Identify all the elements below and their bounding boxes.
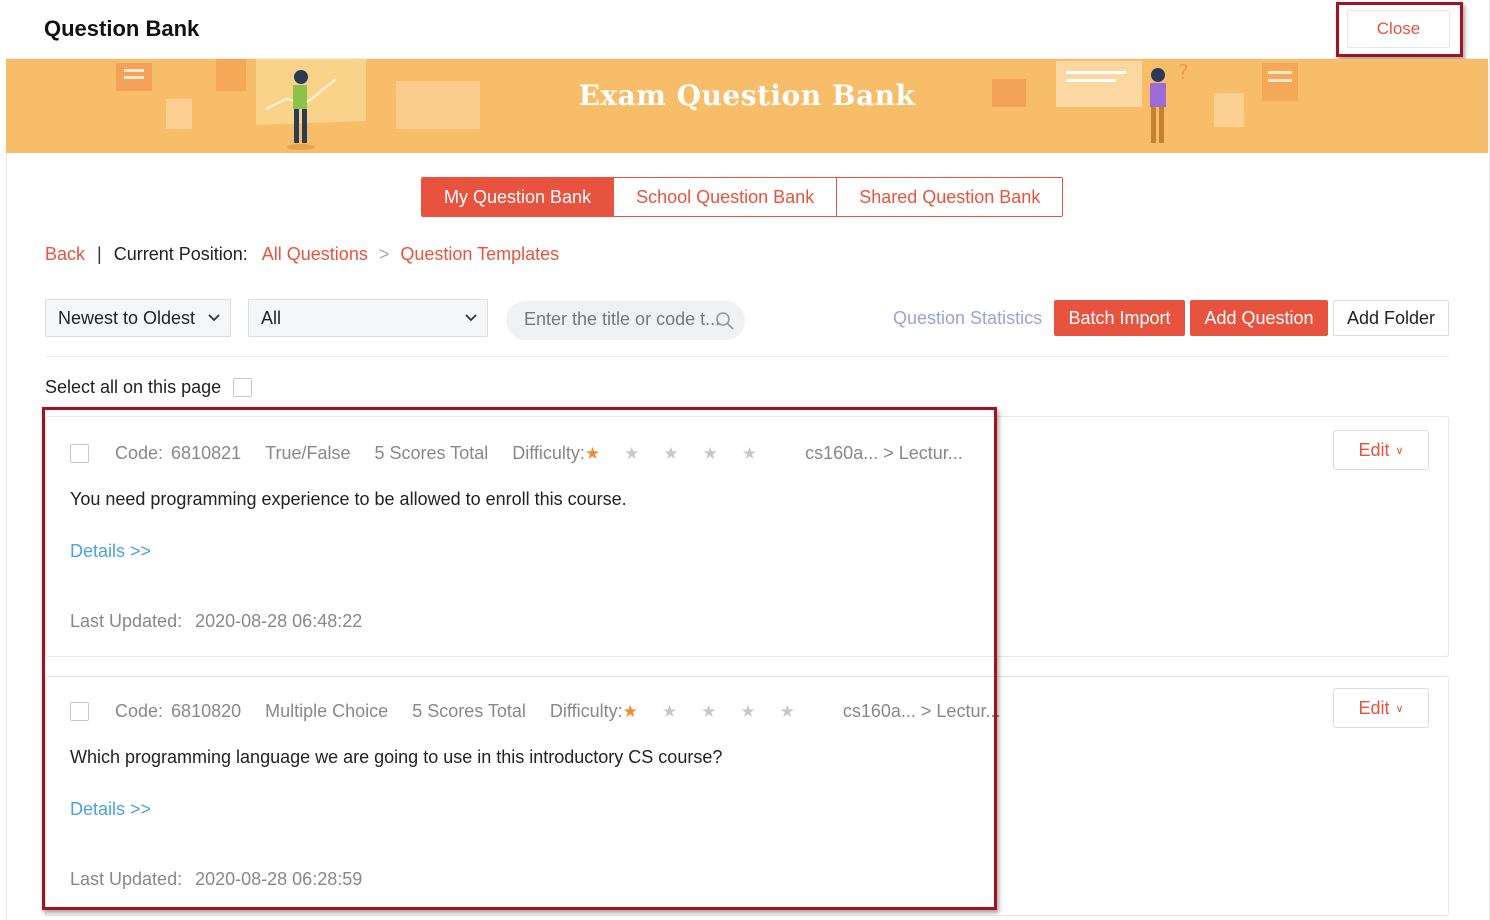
question-statistics-link[interactable]: Question Statistics: [893, 308, 1042, 329]
edit-dropdown-button[interactable]: Edit ∨: [1333, 688, 1429, 728]
last-updated-label: Last Updated:: [70, 869, 183, 889]
batch-import-button[interactable]: Batch Import: [1054, 300, 1185, 336]
tab-my-question-bank[interactable]: My Question Bank: [422, 178, 615, 216]
chevron-down-icon: ∨: [1395, 703, 1404, 716]
star-icon: ★: [624, 444, 640, 463]
add-question-button[interactable]: Add Question: [1190, 300, 1328, 336]
current-position-label: Current Position:: [113, 244, 248, 264]
last-updated: Last Updated: 2020-08-28 06:48:22: [70, 611, 362, 632]
banner: Exam Question Bank ?: [6, 59, 1488, 153]
toolbar-divider: [45, 356, 1449, 357]
question-folder-path: cs160a... > Lectur...: [805, 443, 963, 463]
svg-text:?: ?: [1178, 60, 1189, 84]
star-icon: ★: [702, 444, 718, 463]
difficulty-label: Difficulty:: [549, 701, 623, 721]
search-icon[interactable]: [715, 311, 735, 336]
star-icon: ★: [779, 702, 795, 721]
edit-label: Edit: [1358, 698, 1390, 718]
chevron-down-icon: [465, 300, 477, 349]
chevron-down-icon: [208, 300, 220, 349]
question-meta: Code: 6810821 True/False 5 Scores Total …: [115, 443, 987, 464]
star-icon: ★: [741, 444, 758, 463]
breadcrumb-question-templates[interactable]: Question Templates: [400, 244, 559, 265]
banner-illustration-right: ?: [992, 60, 1298, 143]
header-bar: Question Bank: [6, 0, 1488, 59]
breadcrumb-arrow: >: [378, 244, 390, 264]
star-icon: ★: [661, 702, 678, 721]
breadcrumb: Back | Current Position: All Questions >…: [45, 244, 559, 265]
search-box: [506, 301, 745, 340]
details-link[interactable]: Details >>: [70, 541, 151, 562]
star-icon: ★: [584, 444, 601, 463]
bank-tabs: My Question Bank School Question Bank Sh…: [421, 177, 1064, 217]
sort-select[interactable]: Newest to Oldest: [45, 299, 231, 337]
close-button[interactable]: Close: [1347, 10, 1450, 48]
edit-label: Edit: [1358, 440, 1390, 460]
difficulty-label: Difficulty:: [512, 443, 585, 463]
question-code: 6810820: [171, 701, 242, 721]
code-label: Code:: [115, 701, 164, 721]
question-scores: 5 Scores Total: [374, 443, 489, 463]
add-folder-button[interactable]: Add Folder: [1333, 300, 1449, 336]
card-separator: [48, 656, 993, 657]
difficulty-rating: ★ ★ ★ ★ ★: [585, 445, 781, 462]
question-type: True/False: [265, 443, 351, 463]
question-text: You need programming experience to be al…: [70, 489, 627, 509]
star-icon: ★: [740, 702, 756, 721]
question-scores: 5 Scores Total: [412, 701, 526, 721]
question-checkbox[interactable]: [70, 444, 89, 463]
code-label: Code:: [115, 443, 164, 463]
question-type: Multiple Choice: [265, 701, 389, 721]
select-all-label: Select all on this page: [45, 377, 222, 397]
select-all-checkbox[interactable]: [233, 378, 252, 397]
last-updated-value: 2020-08-28 06:48:22: [195, 611, 363, 631]
star-icon: ★: [701, 702, 717, 721]
details-link[interactable]: Details >>: [70, 799, 151, 820]
page-title: Question Bank: [44, 16, 200, 41]
search-input[interactable]: [524, 309, 719, 330]
sort-select-value: Newest to Oldest: [58, 308, 196, 328]
star-icon: ★: [663, 444, 679, 463]
question-checkbox[interactable]: [70, 702, 89, 721]
back-link[interactable]: Back: [45, 244, 85, 265]
last-updated: Last Updated: 2020-08-28 06:28:59: [70, 869, 362, 890]
question-folder-path: cs160a... > Lectur...: [842, 701, 1001, 721]
tab-school-question-bank[interactable]: School Question Bank: [614, 178, 838, 216]
question-text: Which programming language we are going …: [70, 747, 723, 767]
question-code: 6810821: [171, 443, 242, 463]
edit-dropdown-button[interactable]: Edit ∨: [1333, 430, 1429, 470]
question-meta: Code: 6810820 Multiple Choice 5 Scores T…: [115, 701, 1024, 722]
chevron-down-icon: ∨: [1395, 445, 1404, 458]
filter-select[interactable]: All: [248, 299, 488, 337]
breadcrumb-all-questions[interactable]: All Questions: [262, 244, 368, 265]
tab-shared-question-bank[interactable]: Shared Question Bank: [837, 178, 1063, 216]
breadcrumb-separator: |: [97, 244, 102, 264]
last-updated-value: 2020-08-28 06:28:59: [195, 869, 363, 889]
filter-select-value: All: [261, 308, 282, 328]
last-updated-label: Last Updated:: [70, 611, 183, 631]
star-icon: ★: [622, 702, 638, 721]
difficulty-rating: ★ ★ ★ ★ ★: [623, 703, 819, 720]
